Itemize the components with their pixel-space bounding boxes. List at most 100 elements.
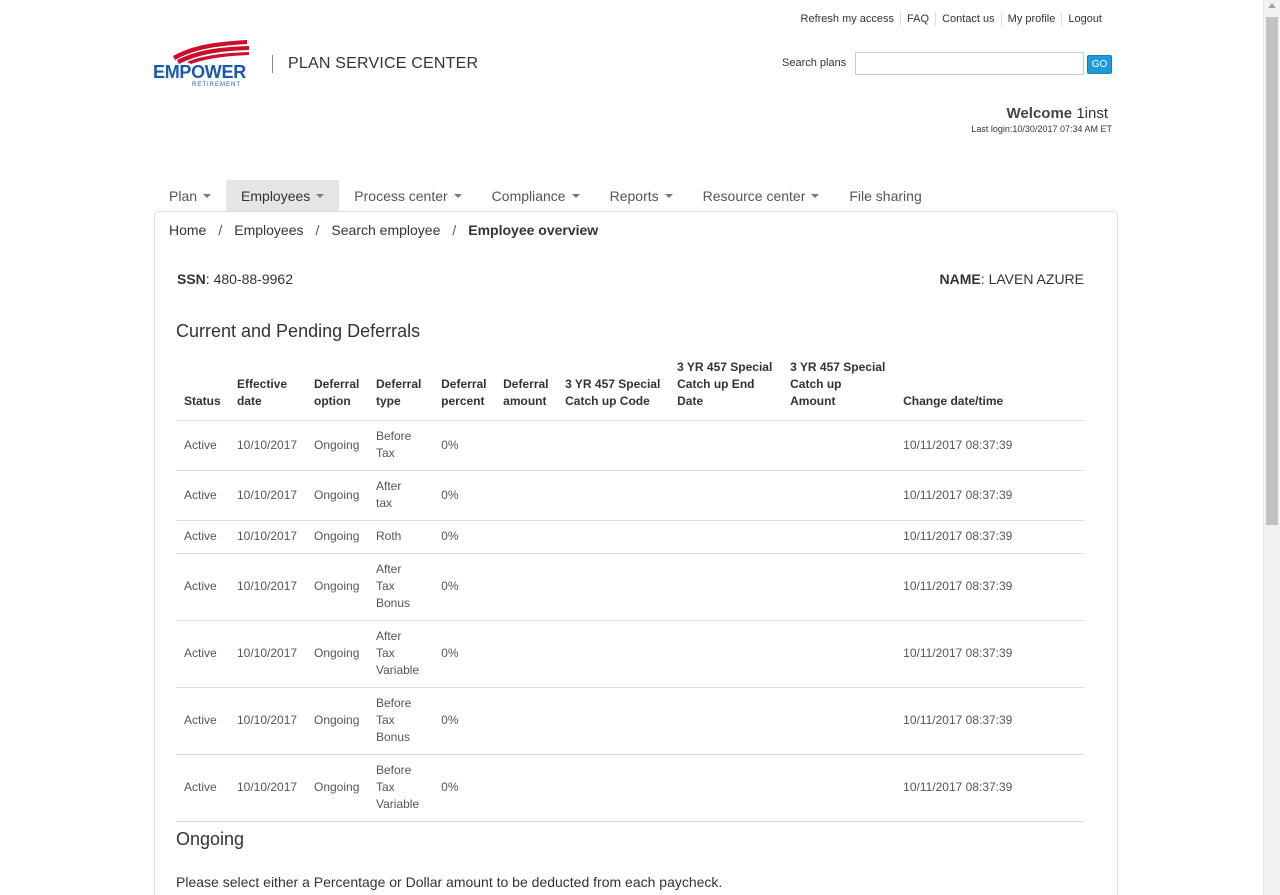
breadcrumb-home[interactable]: Home [169, 222, 206, 238]
table-cell: Active [176, 470, 229, 521]
table-cell [557, 553, 670, 621]
table-cell [557, 470, 670, 521]
table-cell: Before Tax Variable [368, 754, 434, 822]
table-cell: Ongoing [306, 470, 368, 521]
ongoing-instructions: Please select either a Percentage or Dol… [176, 874, 723, 890]
vertical-scrollbar[interactable] [1263, 0, 1280, 895]
column-header: 3 YR 457 Special Catch up End Date [669, 355, 783, 421]
table-cell: 10/11/2017 08:37:39 [895, 687, 1084, 755]
nav-item-resource-center[interactable]: Resource center [688, 180, 835, 211]
table-cell [495, 553, 558, 621]
table-cell: 10/11/2017 08:37:39 [895, 520, 1084, 554]
table-cell [669, 687, 783, 755]
breadcrumb-search-employee[interactable]: Search employee [331, 222, 440, 238]
table-cell: 10/10/2017 [229, 620, 306, 688]
table-cell: Before Tax [368, 420, 434, 471]
nav-item-reports[interactable]: Reports [595, 180, 688, 211]
table-row: Active 10/10/2017 Ongoing Before Tax Bonus 0… [176, 687, 1084, 755]
main-nav: Plan Employees Process center Compliance Rep… [154, 180, 937, 211]
table-cell [557, 420, 670, 471]
header-divider [272, 55, 273, 73]
table-row: Active 10/10/2017 Ongoing Roth 0% 10/11/2017 … [176, 520, 1084, 554]
flag-icon [173, 40, 249, 64]
welcome-message: Welcome 1inst [1007, 105, 1108, 122]
nav-item-label: File sharing [849, 187, 922, 204]
breadcrumb-current: Employee overview [468, 222, 599, 238]
table-cell: Active [176, 553, 229, 621]
nav-item-plan[interactable]: Plan [154, 180, 226, 211]
table-cell [495, 754, 558, 822]
nav-item-employees[interactable]: Employees [226, 180, 340, 211]
toplink-contact-us[interactable]: Contact us [935, 12, 1001, 26]
nav-item-compliance[interactable]: Compliance [477, 180, 595, 211]
table-cell: 0% [433, 620, 496, 688]
table-row: Active 10/10/2017 Ongoing After Tax Bonus 0%… [176, 553, 1084, 621]
table-cell: Ongoing [306, 520, 368, 554]
table-cell: After Tax Variable [368, 620, 434, 688]
app-title: PLAN SERVICE CENTER [288, 55, 479, 72]
table-cell: Active [176, 687, 229, 755]
nav-item-file-sharing[interactable]: File sharing [834, 180, 936, 211]
toplink-logout[interactable]: Logout [1061, 12, 1108, 26]
employee-ssn: SSN: 480-88-9962 [177, 271, 293, 287]
table-cell: 10/10/2017 [229, 420, 306, 471]
table-cell: 0% [433, 470, 496, 521]
table-cell [782, 420, 896, 471]
table-cell [557, 620, 670, 688]
empower-logo[interactable]: EMPOWER RETIREMENT [153, 38, 253, 90]
breadcrumb-separator: / [452, 222, 457, 238]
nav-item-label: Employees [241, 187, 311, 204]
table-cell [495, 520, 558, 554]
caret-down-icon [811, 194, 820, 198]
table-row: Active 10/10/2017 Ongoing Before Tax Variab… [176, 754, 1084, 822]
last-login: Last login:10/30/2017 07:34 AM ET [971, 124, 1112, 134]
table-cell: 0% [433, 420, 496, 471]
table-cell [557, 754, 670, 822]
table-cell [495, 420, 558, 471]
column-header: Status [176, 355, 229, 421]
scroll-up-icon[interactable] [1268, 3, 1276, 8]
table-cell: After tax [368, 470, 434, 521]
table-cell [669, 520, 783, 554]
table-cell [782, 687, 896, 755]
table-cell: Active [176, 754, 229, 822]
nav-item-label: Plan [169, 187, 198, 204]
search-label: Search plans [782, 57, 847, 69]
breadcrumb: Home / Employees / Search employee / Employee … [169, 222, 598, 238]
table-cell: 10/10/2017 [229, 470, 306, 521]
table-cell: 0% [433, 754, 496, 822]
search-input[interactable] [855, 52, 1084, 75]
column-header: 3 YR 457 Special Catch up Amount [782, 355, 896, 421]
nav-item-label: Resource center [702, 187, 806, 204]
table-row: Active 10/10/2017 Ongoing Before Tax 0% 10/11… [176, 420, 1084, 471]
logo-wordmark: EMPOWER [153, 62, 246, 82]
toplink-refresh-my-access[interactable]: Refresh my access [795, 12, 901, 26]
table-cell [495, 687, 558, 755]
toplink-faq[interactable]: FAQ [900, 12, 935, 26]
table-cell: Before Tax Bonus [368, 687, 434, 755]
table-cell [669, 754, 783, 822]
table-cell: 10/11/2017 08:37:39 [895, 470, 1084, 521]
search-go-button[interactable]: GO [1087, 55, 1112, 74]
caret-down-icon [664, 194, 673, 198]
column-header: Effective date [229, 355, 306, 421]
table-cell: After Tax Bonus [368, 553, 434, 621]
table-cell [669, 553, 783, 621]
utility-links: Refresh my access FAQ Contact us My profile… [795, 12, 1108, 26]
table-cell: Ongoing [306, 687, 368, 755]
nav-item-process-center[interactable]: Process center [339, 180, 476, 211]
table-cell [782, 520, 896, 554]
scrollbar-thumb[interactable] [1266, 17, 1278, 525]
breadcrumb-employees[interactable]: Employees [234, 222, 303, 238]
table-cell: 10/10/2017 [229, 520, 306, 554]
column-header: Deferral percent [433, 355, 496, 421]
table-cell: Active [176, 520, 229, 554]
column-header: Deferral option [306, 355, 368, 421]
table-row: Active 10/10/2017 Ongoing After Tax Variabl… [176, 620, 1084, 688]
toplink-my-profile[interactable]: My profile [1000, 12, 1062, 26]
table-row: Active 10/10/2017 Ongoing After tax 0% 10/11/… [176, 470, 1084, 521]
table-cell: Roth [368, 520, 434, 554]
breadcrumb-separator: / [315, 222, 320, 238]
table-cell: 10/10/2017 [229, 754, 306, 822]
nav-item-label: Compliance [491, 187, 566, 204]
